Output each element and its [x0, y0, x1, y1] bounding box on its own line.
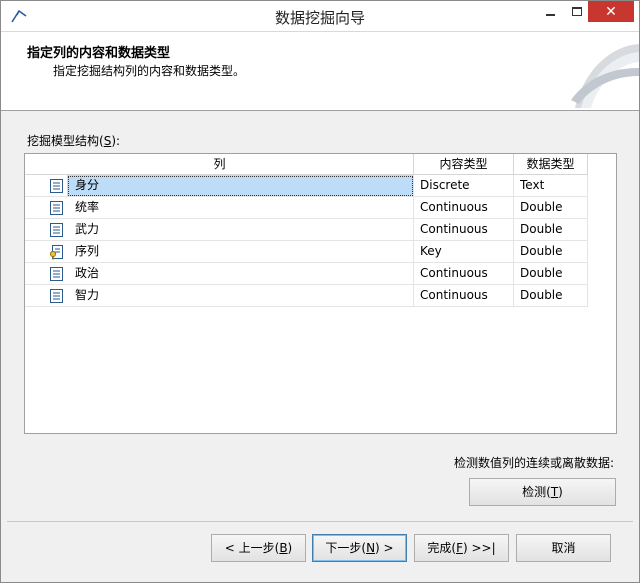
row-column-name[interactable]: 政治: [67, 263, 414, 285]
table-row[interactable]: 身分 Discrete Text: [25, 175, 588, 197]
row-column-name[interactable]: 统率: [67, 197, 414, 219]
row-data-type[interactable]: Double: [514, 197, 588, 219]
page-title: 指定列的内容和数据类型: [27, 46, 171, 61]
footer-divider: [7, 521, 633, 522]
close-button[interactable]: ✕: [588, 1, 634, 22]
page-subtitle: 指定挖掘结构列的内容和数据类型。: [53, 64, 246, 78]
mining-structure-grid[interactable]: 列 内容类型 数据类型 身分 Discrete Text 统率 Continuo…: [24, 153, 617, 434]
detect-label: 检测数值列的连续或离散数据:: [454, 456, 615, 470]
table-row[interactable]: 武力 Continuous Double: [25, 219, 588, 241]
row-column-name[interactable]: 身分: [67, 175, 414, 197]
row-data-type[interactable]: Double: [514, 241, 588, 263]
mining-structure-label: 挖掘模型结构(S):: [27, 134, 121, 148]
column-icon: [50, 179, 63, 193]
key-column-icon: [49, 245, 63, 260]
next-button[interactable]: 下一步(N) >: [312, 534, 407, 562]
row-content-type[interactable]: Continuous: [414, 219, 514, 241]
row-data-type[interactable]: Double: [514, 285, 588, 307]
minimize-button[interactable]: [535, 1, 565, 22]
row-data-type[interactable]: Double: [514, 263, 588, 285]
detect-button[interactable]: 检测(T): [469, 478, 616, 506]
cancel-button[interactable]: 取消: [516, 534, 611, 562]
row-data-type[interactable]: Double: [514, 219, 588, 241]
column-header-name[interactable]: 列: [25, 154, 414, 175]
minimize-icon: [545, 13, 555, 16]
table-row[interactable]: 智力 Continuous Double: [25, 285, 588, 307]
row-content-type[interactable]: Continuous: [414, 285, 514, 307]
column-icon: [50, 201, 63, 215]
column-header-data-type[interactable]: 数据类型: [514, 154, 588, 175]
table-row[interactable]: 序列 Key Double: [25, 241, 588, 263]
wizard-banner-graphic: [571, 44, 639, 108]
row-column-name[interactable]: 智力: [67, 285, 414, 307]
row-content-type[interactable]: Continuous: [414, 263, 514, 285]
row-column-name[interactable]: 武力: [67, 219, 414, 241]
row-content-type[interactable]: Key: [414, 241, 514, 263]
row-content-type[interactable]: Continuous: [414, 197, 514, 219]
column-icon: [50, 289, 63, 303]
row-data-type[interactable]: Text: [514, 175, 588, 197]
column-icon: [50, 267, 63, 281]
back-button[interactable]: < 上一步(B): [211, 534, 306, 562]
title-bar: 数据挖掘向导 ✕: [1, 1, 639, 32]
close-icon: ✕: [605, 3, 617, 20]
table-row[interactable]: 政治 Continuous Double: [25, 263, 588, 285]
finish-button[interactable]: 完成(F) >>|: [414, 534, 509, 562]
column-icon: [50, 223, 63, 237]
row-column-name[interactable]: 序列: [67, 241, 414, 263]
wizard-window: 数据挖掘向导 ✕ 指定列的内容和数据类型 指定挖掘结构列的内容和数据类型。 挖掘…: [0, 0, 640, 583]
row-content-type[interactable]: Discrete: [414, 175, 514, 197]
column-header-content-type[interactable]: 内容类型: [414, 154, 514, 175]
grid-header: 列 内容类型 数据类型: [25, 154, 616, 175]
wizard-header-banner: 指定列的内容和数据类型 指定挖掘结构列的内容和数据类型。: [1, 32, 639, 111]
table-row[interactable]: 统率 Continuous Double: [25, 197, 588, 219]
maximize-icon: [572, 7, 582, 16]
